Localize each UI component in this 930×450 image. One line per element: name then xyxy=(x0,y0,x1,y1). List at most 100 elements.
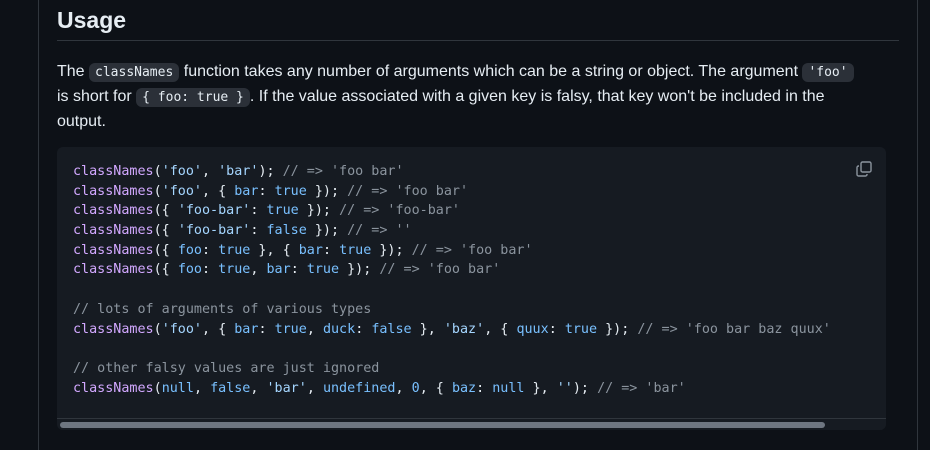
code-token: }); xyxy=(597,321,638,337)
inline-code-foo-true: { foo: true } xyxy=(136,88,250,107)
usage-description: The classNames function takes any number… xyxy=(57,60,857,134)
code-token: : xyxy=(202,242,219,258)
code-token: false xyxy=(371,321,412,337)
code-token: , xyxy=(250,262,267,278)
code-token: }, xyxy=(411,321,444,337)
copy-icon xyxy=(856,161,872,177)
code-token: 0 xyxy=(411,380,420,396)
code-line: classNames('foo', 'bar'); // => 'foo bar… xyxy=(73,162,831,182)
code-token: }); xyxy=(298,203,340,219)
code-token: : xyxy=(355,321,372,337)
code-token: classNames xyxy=(73,242,154,258)
code-token: true xyxy=(306,262,340,278)
code-token: foo xyxy=(177,242,202,258)
code-token: , { xyxy=(484,321,517,337)
horizontal-scrollbar[interactable] xyxy=(57,418,886,430)
code-token: null xyxy=(161,380,194,396)
code-token: , { xyxy=(419,380,452,396)
code-line: classNames('foo', { bar: true }); // => … xyxy=(73,182,831,202)
desc-text-3: is short for xyxy=(57,88,137,105)
code-token: true xyxy=(218,262,251,278)
code-token: ({ xyxy=(153,203,178,219)
code-block: classNames('foo', 'bar'); // => 'foo bar… xyxy=(57,147,886,430)
code-token: 'foo' xyxy=(161,164,202,179)
code-token: // => 'bar' xyxy=(597,380,686,396)
code-line: classNames(null, false, 'bar', undefined… xyxy=(73,379,831,399)
code-token: ( xyxy=(153,380,162,396)
code-token: : xyxy=(548,321,565,337)
code-token: 'bar' xyxy=(266,380,307,396)
copy-button[interactable] xyxy=(854,159,874,179)
code-token: bar xyxy=(234,321,259,337)
code-token: true xyxy=(274,321,307,337)
code-token: // => 'foo bar' xyxy=(379,262,501,278)
code-line: classNames({ 'foo-bar': false }); // => … xyxy=(73,221,831,241)
code-token: , xyxy=(395,380,412,396)
code-token: }, { xyxy=(250,242,299,258)
code-token: : xyxy=(202,262,219,278)
code-token: ( xyxy=(153,321,162,337)
code-token: // => '' xyxy=(347,223,412,239)
code-token: classNames xyxy=(73,203,154,219)
code-token: bar xyxy=(234,183,259,199)
code-token: : xyxy=(322,242,340,258)
code-token: : xyxy=(250,203,267,219)
code-token: // other falsy values are just ignored xyxy=(73,360,380,376)
code-token: classNames xyxy=(73,223,154,239)
code-token: , { xyxy=(202,183,235,199)
scrollbar-thumb[interactable] xyxy=(60,422,825,428)
code-token: // lots of arguments of various types xyxy=(73,301,372,317)
code-line: classNames({ foo: true }, { bar: true })… xyxy=(73,241,831,261)
code-token: false xyxy=(210,380,251,396)
code-token: duck xyxy=(322,321,356,337)
code-token: , xyxy=(306,321,323,337)
code-token: classNames xyxy=(73,321,154,337)
code-token: '' xyxy=(556,380,573,396)
code-token: }, xyxy=(524,380,557,396)
code-token: ); xyxy=(258,164,283,179)
inline-code-classnames: classNames xyxy=(89,63,180,82)
code-token: , xyxy=(193,380,211,396)
code-token: : xyxy=(258,321,275,337)
code-token: 'baz' xyxy=(443,321,485,337)
code-line: classNames('foo', { bar: true, duck: fal… xyxy=(73,320,831,340)
code-token: ( xyxy=(153,183,162,199)
code-token: bar xyxy=(298,242,323,258)
code-token: classNames xyxy=(73,183,154,199)
code-token: 'foo-bar' xyxy=(177,203,251,219)
code-line: classNames({ foo: true, bar: true }); //… xyxy=(73,260,831,280)
code-token: null xyxy=(492,380,525,396)
code-token: }); xyxy=(339,262,380,278)
code-token: true xyxy=(266,203,299,219)
code-token: true xyxy=(218,242,251,258)
code-token: 'foo' xyxy=(161,321,202,337)
code-token: ({ xyxy=(153,242,178,258)
code-token: 'bar' xyxy=(218,164,259,179)
desc-text-1: The xyxy=(57,63,90,80)
code-line: // other falsy values are just ignored xyxy=(73,359,831,379)
code-token: , { xyxy=(202,321,235,337)
code-token: baz xyxy=(451,380,477,396)
code-token: : xyxy=(476,380,493,396)
code-token: // => 'foo bar' xyxy=(347,183,469,199)
code-token: classNames xyxy=(73,380,154,396)
code-token: , xyxy=(202,164,219,179)
code-token: }); xyxy=(371,242,412,258)
code-token: : xyxy=(258,183,275,199)
code-token: ( xyxy=(153,164,162,179)
code-token: }); xyxy=(306,223,348,239)
code-token: ({ xyxy=(153,262,178,278)
section-heading: Usage xyxy=(57,0,899,41)
desc-text-2: function takes any number of arguments w… xyxy=(179,63,803,80)
readme-content: Usage The classNames function takes any … xyxy=(57,0,899,430)
code-token: // => 'foo-bar' xyxy=(339,203,460,219)
code-token: undefined xyxy=(322,380,396,396)
code-line: // lots of arguments of various types xyxy=(73,300,831,320)
code-token: bar xyxy=(266,262,291,278)
inline-code-foo: 'foo' xyxy=(802,63,854,82)
code-token: : xyxy=(250,223,267,239)
code-token: foo xyxy=(177,262,202,278)
code-token: : xyxy=(290,262,307,278)
